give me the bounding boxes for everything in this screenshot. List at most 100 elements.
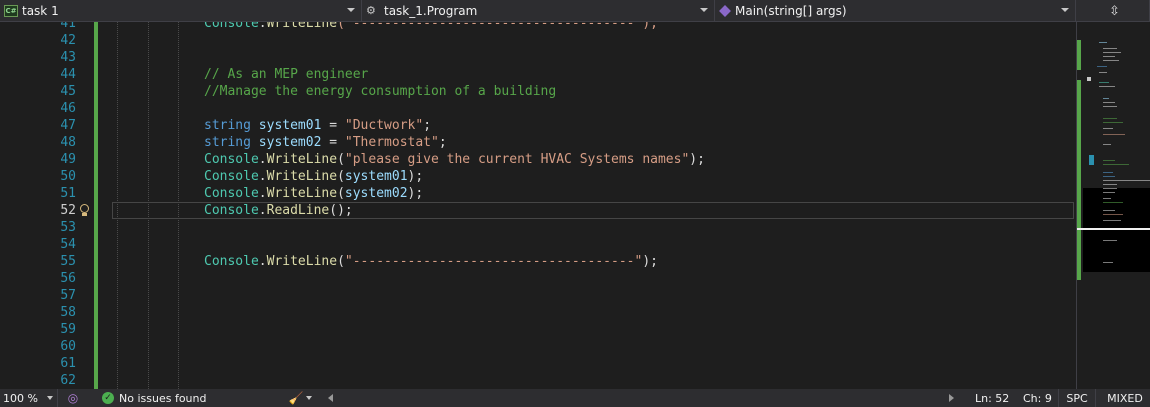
minimap-code-stroke: [1103, 118, 1117, 119]
code-token: .: [258, 22, 267, 31]
code-token: (: [337, 186, 345, 201]
copilot-icon: ◎: [67, 391, 79, 405]
minimap-code-stroke: [1103, 128, 1113, 129]
whitespace-mode[interactable]: SPC: [1058, 389, 1096, 407]
vertical-scrollbar-minimap[interactable]: [1076, 22, 1150, 389]
code-line-content: [100, 305, 204, 320]
minimap-code-stroke: [1103, 48, 1117, 49]
line-number: 58: [60, 305, 76, 320]
line-number: 54: [60, 237, 76, 252]
code-token: =: [321, 118, 345, 133]
minimap-code-stroke: [1103, 160, 1115, 161]
code-line[interactable]: string system01 = "Ductwork";: [100, 117, 1076, 134]
minimap-viewport[interactable]: [1083, 188, 1150, 272]
code-token: ;: [438, 135, 447, 150]
line-number: 41: [60, 22, 76, 31]
minimap-annotation-marker: [1087, 77, 1091, 81]
minimap-selection-marker: [1089, 155, 1094, 165]
code-token: "please give the current HVAC Systems na…: [344, 152, 690, 167]
code-line-content: [100, 237, 204, 252]
minimap-code-stroke: [1103, 214, 1123, 215]
code-token: // As an MEP engineer: [204, 67, 369, 82]
scroll-left-arrow-icon[interactable]: [328, 394, 333, 402]
line-number: 46: [60, 101, 76, 116]
code-line-content: string system01 = "Ductwork";: [100, 118, 431, 133]
code-token: "Ductwork": [344, 118, 424, 133]
code-cleanup-button[interactable]: 🧹: [288, 389, 312, 407]
line-endings-mode[interactable]: MIXED: [1100, 389, 1150, 407]
copilot-button[interactable]: ◎: [58, 389, 88, 407]
code-line[interactable]: Console.ReadLine();: [100, 202, 1076, 219]
code-line[interactable]: [100, 49, 1076, 66]
line-number: 57: [60, 288, 76, 303]
line-number: 59: [60, 322, 76, 337]
minimap-code-stroke: [1099, 82, 1109, 83]
code-line[interactable]: Console.WriteLine(system02);: [100, 185, 1076, 202]
code-line-content: Console.ReadLine();: [100, 203, 353, 218]
code-token: string: [204, 135, 251, 150]
code-token: //Manage the energy consumption of a bui…: [204, 84, 557, 99]
minimap-code-stroke: [1099, 72, 1107, 73]
code-line-content: Console.WriteLine("---------------------…: [100, 254, 658, 269]
code-line[interactable]: Console.WriteLine("---------------------…: [100, 22, 1076, 32]
lightbulb-icon[interactable]: [79, 204, 90, 217]
code-line[interactable]: [100, 355, 1076, 372]
line-number-gutter: 41 42 43 44 45 46 47 48 49 50 51 52 53 54 55 56 57 58 59 60…: [0, 22, 96, 389]
line-number: 51: [60, 186, 76, 201]
code-line[interactable]: [100, 100, 1076, 117]
status-bar: 100 % ◎ ✓ No issues found 🧹 Ln: 52 Ch: 9…: [0, 389, 1150, 407]
horizontal-scrollbar[interactable]: [328, 391, 954, 405]
code-line[interactable]: //Manage the energy consumption of a bui…: [100, 83, 1076, 100]
code-line[interactable]: [100, 270, 1076, 287]
minimap-code-stroke: [1103, 172, 1113, 173]
code-line-content: [100, 356, 204, 371]
code-line[interactable]: [100, 236, 1076, 253]
code-token: );: [689, 152, 705, 167]
code-line[interactable]: [100, 338, 1076, 355]
code-line[interactable]: string system02 = "Thermostat";: [100, 134, 1076, 151]
code-token: "Thermostat": [344, 135, 439, 150]
member-dropdown-label: Main(string[] args): [735, 4, 847, 18]
project-dropdown[interactable]: C# task 1: [0, 0, 362, 22]
code-text-area[interactable]: Console.WriteLine("---------------------…: [100, 22, 1076, 389]
code-line[interactable]: [100, 372, 1076, 389]
code-token: "------------------------------------": [344, 254, 643, 269]
member-dropdown[interactable]: Main(string[] args): [715, 0, 1076, 22]
minimap-code-stroke: [1103, 98, 1109, 99]
line-number: 45: [60, 84, 76, 99]
code-token: WriteLine: [266, 186, 338, 201]
class-icon: ⚙: [366, 4, 376, 17]
minimap-code-stroke: [1103, 262, 1113, 263]
zoom-dropdown[interactable]: 100 %: [0, 389, 58, 407]
line-indicator[interactable]: Ln: 52: [975, 389, 1009, 407]
chevron-down-icon: [347, 8, 355, 12]
code-line[interactable]: Console.WriteLine(system01);: [100, 168, 1076, 185]
code-token: WriteLine: [266, 22, 338, 31]
code-line[interactable]: Console.WriteLine("please give the curre…: [100, 151, 1076, 168]
line-number: 53: [60, 220, 76, 235]
line-number: 60: [60, 339, 76, 354]
code-line-content: [100, 50, 204, 65]
code-line-content: [100, 220, 204, 235]
code-line[interactable]: [100, 32, 1076, 49]
method-cube-icon: [719, 5, 731, 17]
scroll-right-arrow-icon[interactable]: [949, 394, 954, 402]
code-line[interactable]: [100, 321, 1076, 338]
code-line[interactable]: [100, 219, 1076, 236]
split-window-button[interactable]: ⇳: [1076, 0, 1150, 22]
issues-indicator[interactable]: ✓ No issues found: [88, 389, 248, 407]
code-line[interactable]: Console.WriteLine("---------------------…: [100, 253, 1076, 270]
line-number: 61: [60, 356, 76, 371]
code-line[interactable]: // As an MEP engineer: [100, 66, 1076, 83]
minimap-code-stroke: [1103, 202, 1123, 203]
code-line[interactable]: [100, 304, 1076, 321]
class-dropdown[interactable]: ⚙ task_1.Program: [362, 0, 715, 22]
code-token: system01: [258, 118, 322, 133]
code-line[interactable]: [100, 287, 1076, 304]
code-token: Console: [204, 169, 259, 184]
code-line-content: [100, 101, 204, 116]
column-indicator[interactable]: Ch: 9: [1023, 389, 1052, 407]
code-editor[interactable]: 41 42 43 44 45 46 47 48 49 50 51 52 53 54 55 56 57 58 59 60…: [0, 22, 1076, 389]
